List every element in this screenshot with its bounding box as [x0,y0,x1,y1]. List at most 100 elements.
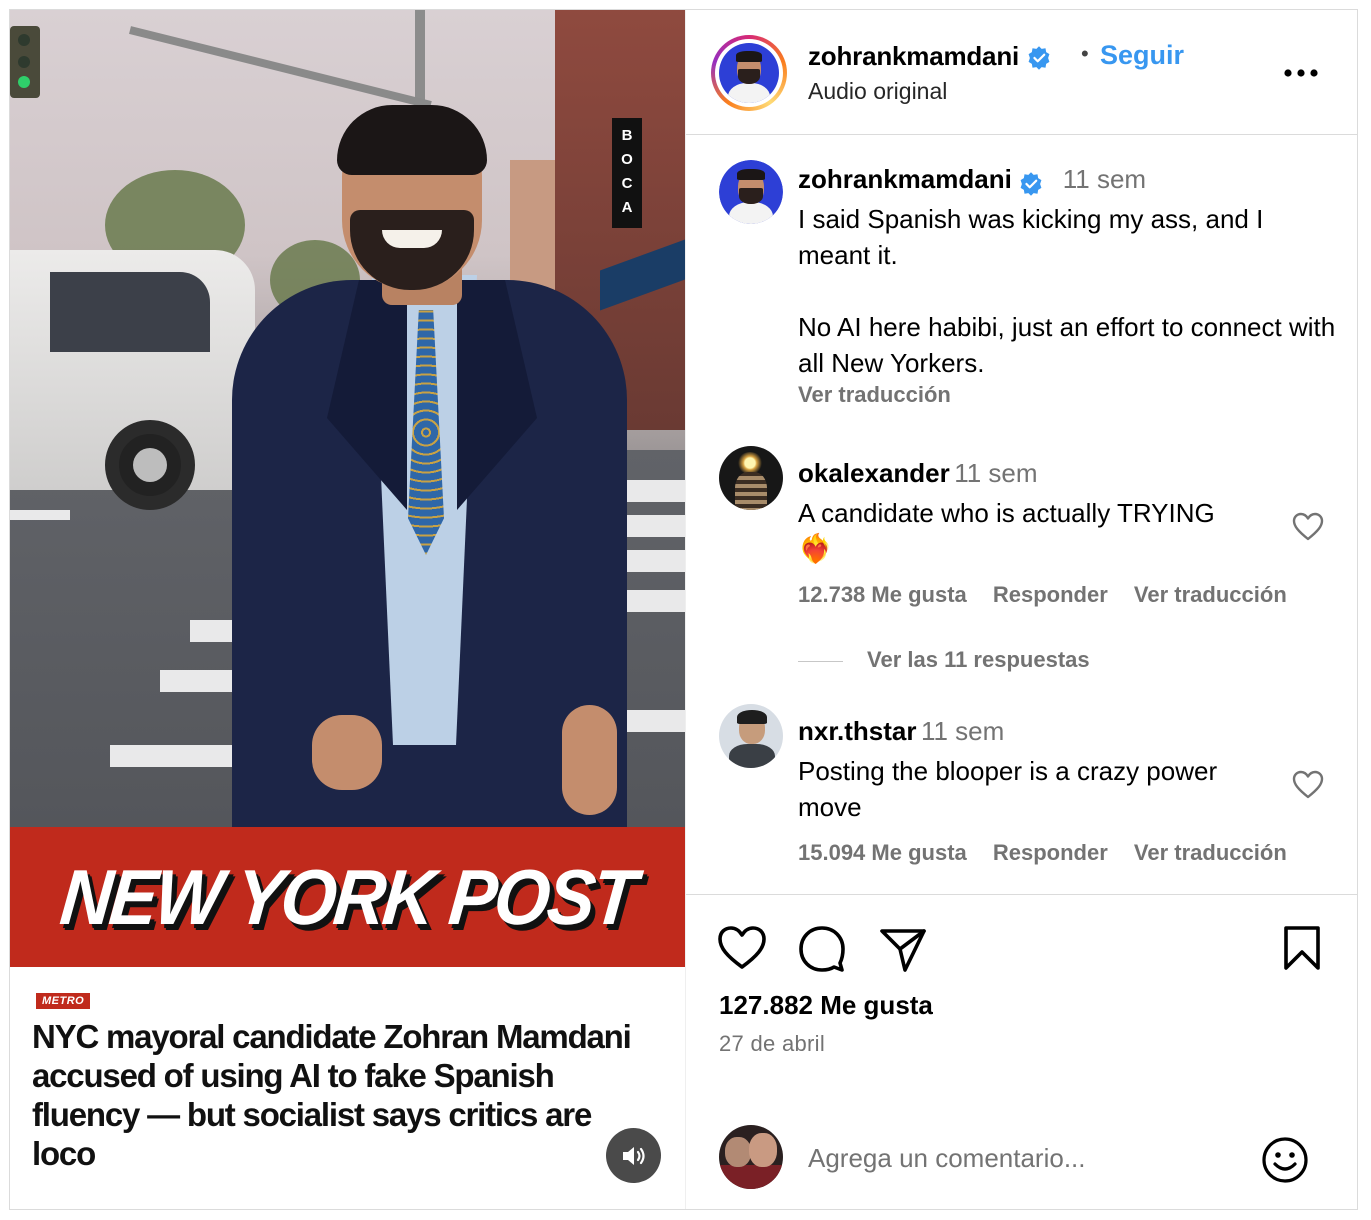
person-figure [232,105,627,827]
lane-marking [10,510,70,520]
article-card: METRO NYC mayoral candidate Zohran Mamda… [10,967,685,1209]
comment: okalexander 11 sem A candidate who is ac… [798,456,1278,567]
caption-translate-link[interactable]: Ver traducción [798,382,951,408]
avatar-body [728,202,774,224]
comment-likes[interactable]: 15.094 Me gusta [798,840,967,865]
comment-avatar[interactable] [719,446,783,510]
avatar-hair [737,710,767,724]
avatar-beard [738,69,760,84]
avatar-body [728,82,770,103]
caption-text-2: No AI here habibi, just an effort to con… [798,312,1336,378]
heart-icon [1292,770,1324,799]
follow-button[interactable]: Seguir [1100,40,1184,71]
comment-username[interactable]: nxr.thstar [798,716,917,746]
hair [337,105,487,175]
header-username[interactable]: zohrankmamdani [808,41,1019,71]
avatar-face [749,1133,777,1167]
emoji-button[interactable] [1261,1136,1309,1184]
comment-translate-link[interactable]: Ver traducción [1134,582,1287,607]
avatar [719,43,779,103]
comment-meta: 15.094 Me gusta Responder Ver traducción [798,840,1287,866]
traffic-light [10,26,40,98]
smile [382,230,442,248]
comment-meta: 12.738 Me gusta Responder Ver traducción [798,582,1287,608]
section-tag: METRO [36,993,91,1009]
comment-likes[interactable]: 12.738 Me gusta [798,582,967,607]
comment-like-button[interactable] [1291,770,1325,802]
heart-on-fire-emoji: ❤️‍🔥 [798,533,833,564]
comment-translate-link[interactable]: Ver traducción [1134,840,1287,865]
comment-text: A candidate who is actually TRYING [798,498,1215,528]
caption: zohrankmamdani 11 sem I said Spanish was… [798,162,1338,381]
light-lamp-green [18,76,30,88]
post-date[interactable]: 27 de abril [719,1031,825,1057]
more-options-button[interactable] [1281,58,1321,88]
comments-section[interactable]: zohrankmamdani 11 sem I said Spanish was… [686,136,1358,893]
post-panel: zohrankmamdani • Seguir Audio original z… [685,10,1358,1209]
current-user-avatar [719,1125,783,1189]
heart-icon [718,926,766,969]
comment-input[interactable] [808,1138,1238,1178]
post-header: zohrankmamdani • Seguir Audio original [686,10,1358,135]
heart-icon [1292,512,1324,541]
sparkler [737,452,763,474]
comment-header: okalexander 11 sem [798,456,1278,495]
comment-icon [799,926,845,972]
avatar-body [729,744,775,768]
caption-avatar[interactable] [719,160,783,224]
reply-button[interactable]: Responder [993,840,1108,865]
comment: nxr.thstar 11 sem Posting the blooper is… [798,714,1278,825]
like-button[interactable] [717,925,767,974]
light-arm [129,26,432,109]
replies-divider [798,661,843,662]
avatar-person [735,472,767,510]
caption-header: zohrankmamdani 11 sem [798,162,1338,201]
caption-text-1: I said Spanish was kicking my ass, and I… [798,204,1264,270]
caption-time[interactable]: 11 sem [1063,164,1146,194]
save-button[interactable] [1282,925,1322,974]
comment-header: nxr.thstar 11 sem [798,714,1278,753]
avatar-beard [739,188,763,204]
add-comment-bar [686,1100,1358,1210]
speaker-icon [622,1146,645,1165]
comment-avatar[interactable] [719,704,783,768]
light-lamp [18,56,30,68]
avatar-face [725,1137,751,1167]
masthead-logo: NEW YORK POST [56,852,639,941]
avatar [719,160,783,224]
instagram-post: B O C A NEW YORK POST METRO NYC mayoral … [9,9,1358,1210]
verified-badge-icon [1020,172,1042,196]
hand [312,715,382,790]
original-audio-link[interactable]: Audio original [808,78,947,105]
bookmark-icon [1284,926,1320,970]
share-button[interactable] [879,927,927,976]
white-van [10,250,255,510]
header-separator: • [1081,41,1089,66]
smiley-icon [1262,1137,1308,1183]
view-replies-button[interactable]: Ver las 11 respuestas [867,647,1090,673]
verified-badge-icon [1028,46,1050,70]
comment-like-button[interactable] [1291,512,1325,544]
hand [562,705,617,815]
article-headline: NYC mayoral candidate Zohran Mamdani acc… [32,1018,632,1172]
avatar-body [719,1165,783,1189]
comment-text: Posting the blooper is a crazy power mov… [798,756,1218,822]
newspaper-masthead: NEW YORK POST [10,827,685,967]
more-horizontal-icon [1284,68,1318,77]
van-window [50,272,210,352]
sound-toggle-button[interactable] [606,1128,661,1183]
van-wheel [105,420,195,510]
likes-count[interactable]: 127.882 Me gusta [719,990,933,1021]
post-media[interactable]: B O C A NEW YORK POST METRO NYC mayoral … [10,10,685,1209]
post-actions: 127.882 Me gusta 27 de abril [686,894,1358,1209]
video-frame: B O C A [10,10,685,827]
comment-time[interactable]: 11 sem [954,458,1037,488]
comment-button[interactable] [798,925,846,976]
avatar-hair [736,168,766,181]
comment-time[interactable]: 11 sem [921,716,1004,746]
story-ring[interactable] [711,35,787,111]
reply-button[interactable]: Responder [993,582,1108,607]
light-lamp [18,34,30,46]
caption-username[interactable]: zohrankmamdani [798,164,1012,194]
comment-username[interactable]: okalexander [798,458,950,488]
